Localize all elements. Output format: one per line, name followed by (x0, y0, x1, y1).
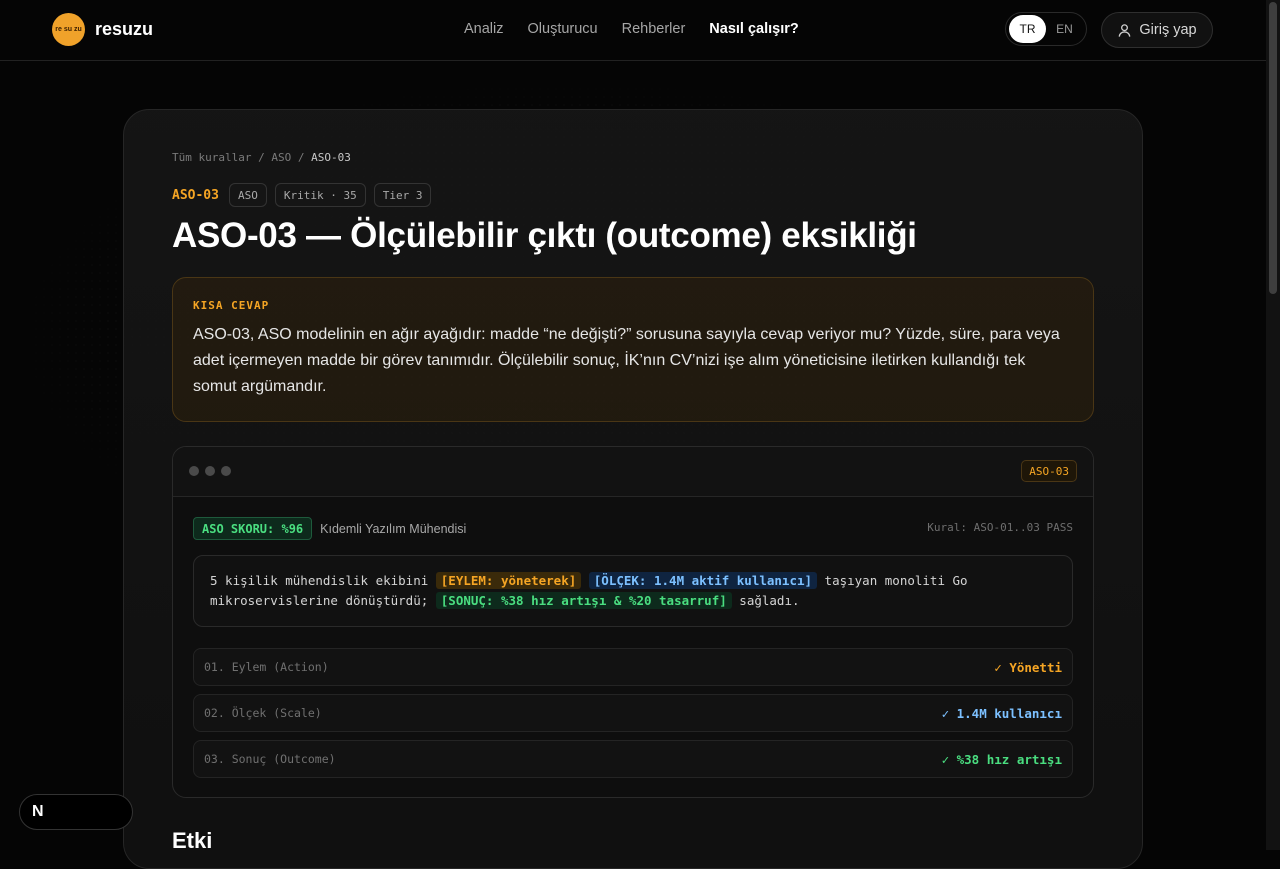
top-bar: re su zu resuzu Analiz Oluşturucu Rehber… (0, 0, 1266, 61)
n-logo-icon: N (32, 803, 44, 820)
rules-pass-status: Kural: ASO-01..03 PASS (927, 521, 1073, 534)
check-value: ✓ Yönetti (994, 659, 1062, 675)
aso-score-badge: ASO SKORU: %96 (193, 517, 313, 540)
login-label: Giriş yap (1139, 22, 1197, 38)
short-answer-box: KISA CEVAP ASO-03, ASO modelinin en ağır… (172, 277, 1094, 422)
check-row-scale: 02. Ölçek (Scale) ✓ 1.4M kullanıcı (193, 694, 1073, 732)
short-answer-label: KISA CEVAP (193, 299, 270, 312)
outcome-highlight: [SONUÇ: %38 hız artışı & %20 tasarruf] (435, 592, 732, 609)
nav-item-olusturucu[interactable]: Oluşturucu (528, 21, 598, 37)
lang-en-button[interactable]: EN (1046, 15, 1083, 43)
lang-tr-button[interactable]: TR (1009, 15, 1046, 43)
dev-indicator-button[interactable]: N (19, 794, 133, 830)
action-highlight: [EYLEM: yöneterek] (435, 572, 582, 589)
check-label: 03. Sonuç (Outcome) (204, 752, 336, 766)
window-dot (189, 466, 199, 476)
score-row: ASO SKORU: %96 Kıdemli Yazılım Mühendisi (193, 517, 466, 540)
check-row-action: 01. Eylem (Action) ✓ Yönetti (193, 648, 1073, 686)
breadcrumb-sep: / (297, 151, 305, 164)
nav-item-rehberler[interactable]: Rehberler (622, 21, 686, 37)
breadcrumb-sep: / (258, 151, 265, 164)
breadcrumb-group[interactable]: ASO (271, 151, 291, 164)
main-nav: Analiz Oluşturucu Rehberler Nasıl çalışı… (464, 21, 799, 37)
role-label: Kıdemli Yazılım Mühendisi (320, 521, 467, 536)
scale-highlight: [ÖLÇEK: 1.4M aktif kullanıcı] (588, 572, 818, 589)
rule-tags: ASO-03 ASO Kritik · 35 Tier 3 (172, 183, 432, 207)
breadcrumb: Tüm kurallar / ASO / ASO-03 (172, 151, 351, 164)
nav-item-analiz[interactable]: Analiz (464, 21, 504, 37)
tier-badge: Tier 3 (373, 183, 432, 207)
language-switch: TR EN (1005, 12, 1087, 46)
scrollbar-thumb[interactable] (1269, 2, 1277, 294)
bullet-text: sağladı. (731, 593, 800, 608)
window-dot (221, 466, 231, 476)
check-label: 01. Eylem (Action) (204, 660, 329, 674)
example-bullet: 5 kişilik mühendislik ekibini [EYLEM: yö… (193, 555, 1073, 627)
demo-window: ASO-03 ASO SKORU: %96 Kıdemli Yazılım Mü… (172, 446, 1094, 798)
category-badge: ASO (228, 183, 267, 207)
breadcrumb-current: ASO-03 (311, 151, 351, 164)
check-row-outcome: 03. Sonuç (Outcome) ✓ %38 hız artışı (193, 740, 1073, 778)
user-icon (1119, 23, 1131, 37)
page-title: ASO-03 — Ölçülebilir çıktı (outcome) eks… (172, 216, 917, 255)
logo-text: resuzu (95, 19, 154, 39)
breadcrumb-root[interactable]: Tüm kurallar (172, 151, 251, 164)
severity-badge: Kritik · 35 (274, 183, 366, 207)
login-button[interactable]: Giriş yap (1101, 12, 1213, 48)
short-answer-text: ASO-03, ASO modelinin en ağır ayağıdır: … (193, 326, 1060, 395)
bullet-text: 5 kişilik mühendislik ekibini (210, 573, 436, 588)
check-label: 02. Ölçek (Scale) (204, 706, 322, 720)
logo[interactable]: re su zu resuzu (52, 13, 153, 46)
nav-item-nasil-calisir[interactable]: Nasıl çalışır? (709, 21, 798, 37)
check-value: ✓ 1.4M kullanıcı (941, 705, 1062, 721)
window-rule-badge: ASO-03 (1021, 460, 1077, 482)
logo-mark: re su zu (52, 13, 85, 46)
window-header: ASO-03 (173, 447, 1093, 497)
check-value: ✓ %38 hız artışı (941, 751, 1062, 767)
section-heading-etki: Etki (172, 828, 213, 853)
rule-id: ASO-03 (172, 187, 219, 203)
window-dot (205, 466, 215, 476)
